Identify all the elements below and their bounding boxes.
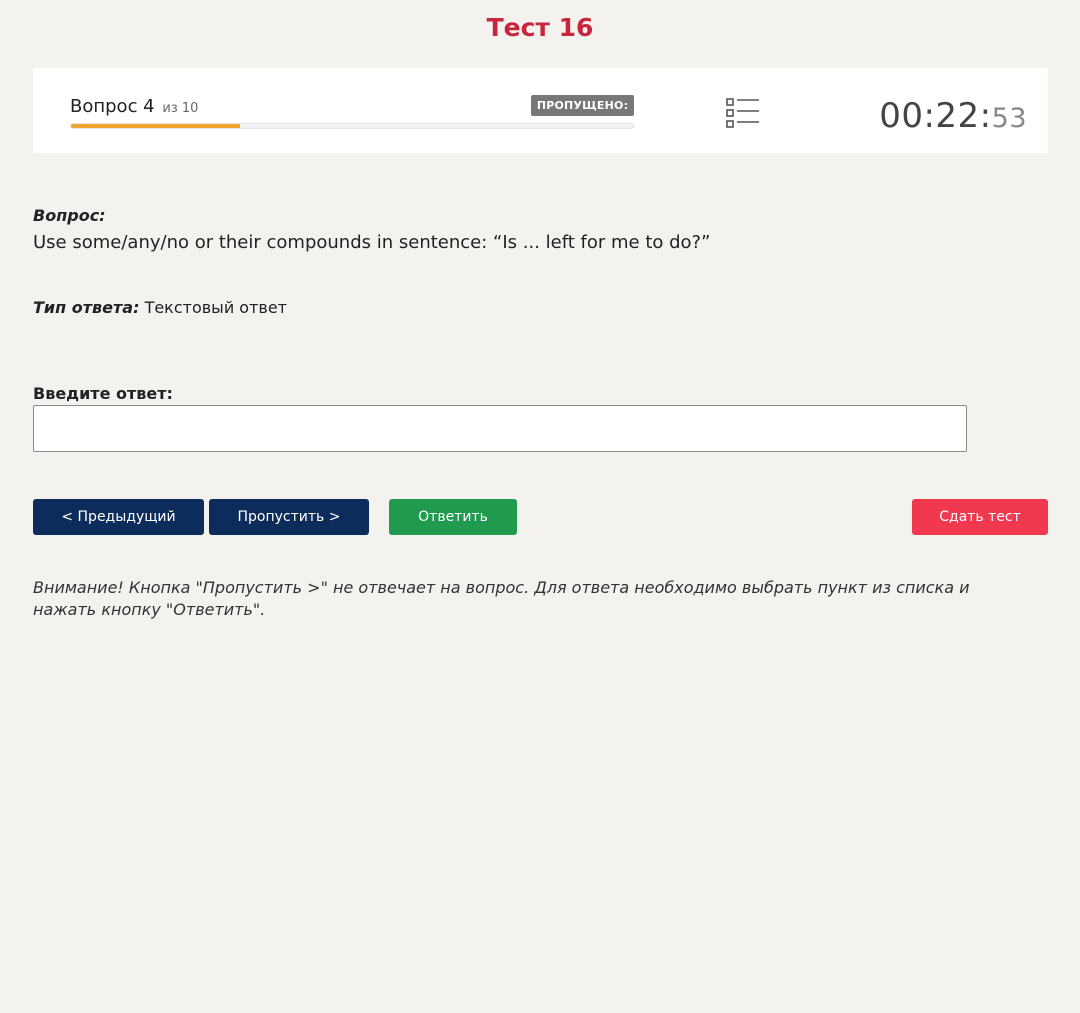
progress-fill <box>71 124 240 128</box>
status-panel: Вопрос 4 из 10 ПРОПУЩЕНО: 0 00:22:53 <box>33 68 1048 153</box>
timer-seconds: 53 <box>991 103 1027 134</box>
timer: 00:22:53 <box>879 96 1027 136</box>
list-icon[interactable] <box>725 96 761 130</box>
notice-text: Внимание! Кнопка "Пропустить >" не отвеч… <box>33 578 970 619</box>
page-title: Тест 16 <box>486 13 594 42</box>
answer-type-label: Тип ответа: <box>33 298 140 317</box>
question-counter: Вопрос 4 из 10 <box>70 96 198 117</box>
question-total: из 10 <box>162 101 199 116</box>
progress-bar <box>70 123 634 129</box>
question-text: Use some/any/no or their compounds in se… <box>33 232 711 253</box>
skipped-badge: ПРОПУЩЕНО: 0 <box>531 95 634 133</box>
timer-main: 00:22: <box>879 96 992 136</box>
skip-button[interactable]: Пропустить > <box>209 499 369 535</box>
answer-type-value: Текстовый ответ <box>144 298 287 317</box>
answer-button[interactable]: Ответить <box>389 499 517 535</box>
question-label: Вопрос: <box>33 206 106 225</box>
answer-input[interactable] <box>33 405 967 452</box>
question-number: Вопрос 4 <box>70 96 155 117</box>
previous-button[interactable]: < Предыдущий <box>33 499 204 535</box>
answer-type: Тип ответа: Текстовый ответ <box>33 298 287 317</box>
finish-test-button[interactable]: Сдать тест <box>912 499 1048 535</box>
answer-label: Введите ответ: <box>33 384 173 403</box>
